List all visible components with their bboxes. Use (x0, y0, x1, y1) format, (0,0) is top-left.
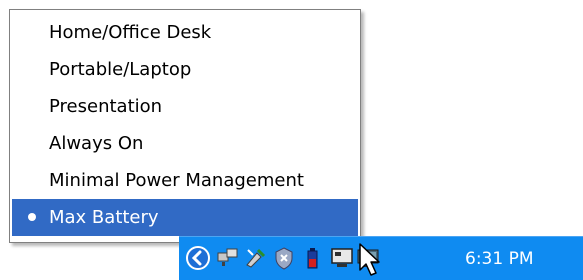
menu-item-label: Presentation (49, 96, 163, 117)
network-icon[interactable] (215, 245, 241, 271)
menu-item-presentation[interactable]: Presentation (10, 88, 360, 125)
menu-item-label: Portable/Laptop (49, 59, 192, 80)
safely-remove-hardware-icon[interactable] (243, 245, 269, 271)
menu-item-label: Always On (49, 133, 144, 154)
selected-bullet-icon (28, 213, 36, 221)
display-icon[interactable] (329, 245, 355, 271)
mouse-cursor-icon (359, 243, 380, 276)
menu-item-always-on[interactable]: Always On (10, 125, 360, 162)
menu-item-label: Max Battery (49, 207, 159, 228)
menu-item-home-office-desk[interactable]: Home/Office Desk (10, 14, 360, 51)
screen: Home/Office Desk Portable/Laptop Present… (0, 0, 583, 280)
menu-item-minimal-power-management[interactable]: Minimal Power Management (10, 162, 360, 199)
power-battery-icon[interactable] (299, 245, 325, 271)
taskbar-clock[interactable]: 6:31 PM (465, 237, 534, 280)
menu-item-label: Home/Office Desk (49, 22, 212, 43)
power-scheme-context-menu: Home/Office Desk Portable/Laptop Present… (9, 9, 361, 243)
menu-item-label: Minimal Power Management (49, 170, 304, 191)
menu-item-portable-laptop[interactable]: Portable/Laptop (10, 51, 360, 88)
show-hidden-icons-chevron-icon[interactable] (185, 245, 211, 271)
security-icon[interactable] (271, 245, 297, 271)
menu-item-max-battery[interactable]: Max Battery (12, 199, 358, 236)
